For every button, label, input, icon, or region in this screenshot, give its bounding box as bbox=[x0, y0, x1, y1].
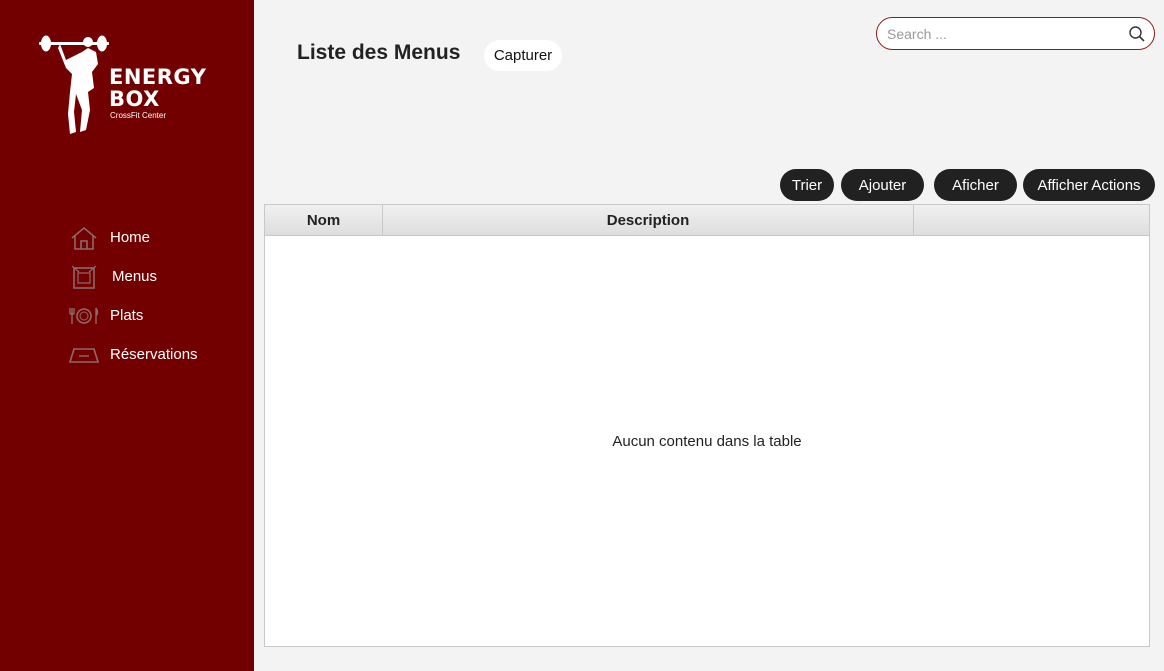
logo-text-crossfit: CrossFit Center bbox=[110, 111, 167, 120]
logo-text-energy: ENERGY bbox=[109, 65, 207, 89]
sidebar-nav: Home Menus Plats Réservations bbox=[68, 218, 248, 374]
logo-text-box: BOX bbox=[109, 87, 160, 111]
afficher-actions-button[interactable]: Afficher Actions bbox=[1023, 169, 1155, 201]
ajouter-button[interactable]: Ajouter bbox=[841, 169, 924, 201]
sidebar-item-label: Réservations bbox=[110, 346, 198, 363]
energy-box-logo: ENERGY BOX CrossFit Center bbox=[36, 30, 216, 140]
menu-board-icon bbox=[68, 263, 100, 291]
table-empty-message: Aucun contenu dans la table bbox=[612, 433, 802, 450]
capture-button[interactable]: Capturer bbox=[484, 40, 562, 71]
search-input[interactable] bbox=[887, 24, 1122, 44]
home-icon bbox=[68, 224, 100, 252]
sidebar-item-home[interactable]: Home bbox=[68, 218, 248, 257]
aficher-button[interactable]: Aficher bbox=[934, 169, 1017, 201]
column-header-extra[interactable] bbox=[914, 205, 1149, 235]
sidebar-item-reservations[interactable]: Réservations bbox=[68, 335, 248, 374]
column-header-description[interactable]: Description bbox=[383, 205, 914, 235]
sidebar-item-menus[interactable]: Menus bbox=[68, 257, 248, 296]
search-icon[interactable] bbox=[1128, 25, 1146, 43]
sidebar-item-label: Home bbox=[110, 229, 151, 246]
table-header: Nom Description bbox=[265, 205, 1149, 236]
sidebar-item-label: Menus bbox=[112, 268, 158, 285]
menus-table: Nom Description Aucun contenu dans la ta… bbox=[264, 204, 1150, 647]
trier-button[interactable]: Trier bbox=[780, 169, 834, 201]
column-header-nom[interactable]: Nom bbox=[265, 205, 383, 235]
sidebar-item-label: Plats bbox=[110, 307, 144, 324]
reservation-icon bbox=[68, 341, 100, 369]
sidebar-item-plats[interactable]: Plats bbox=[68, 296, 248, 335]
weightlifter-logo-icon bbox=[39, 35, 109, 134]
search-box bbox=[876, 17, 1155, 50]
page-title: Liste des Menus bbox=[297, 41, 461, 64]
sidebar: ENERGY BOX CrossFit Center Home Menus Pl… bbox=[0, 0, 254, 671]
cutlery-plate-icon bbox=[68, 302, 100, 330]
